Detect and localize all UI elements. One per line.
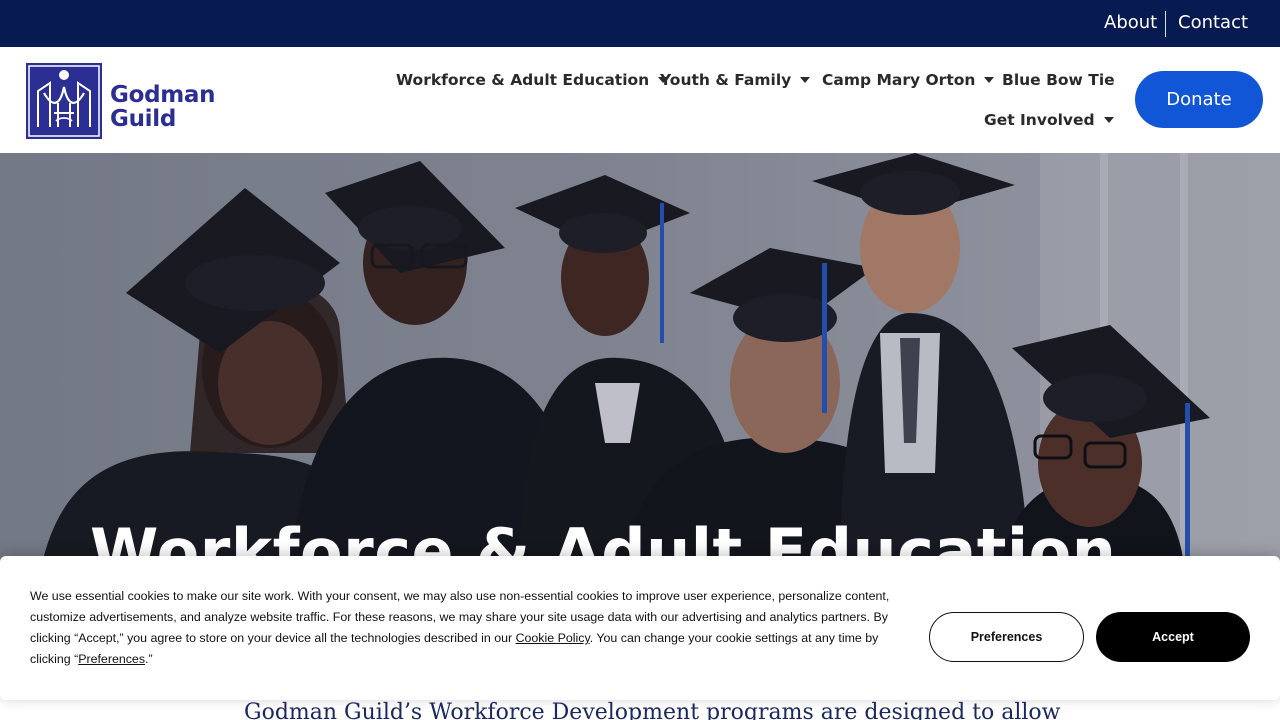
nav-label: Blue Bow Tie: [1002, 71, 1115, 89]
hero-banner: Workforce & Adult Education: [0, 153, 1280, 573]
logo-line-2: Guild: [110, 106, 176, 132]
intro-text: Godman Guild’s Workforce Development pro…: [244, 700, 1061, 720]
cookie-message: We use essential cookies to make our sit…: [30, 586, 910, 670]
nav-camp-mary-orton[interactable]: Camp Mary Orton: [822, 71, 995, 89]
caret-down-icon: [1103, 116, 1114, 123]
donate-button[interactable]: Donate: [1135, 71, 1263, 128]
top-utility-bar: About Contact: [0, 0, 1280, 47]
topbar-divider: [1165, 11, 1166, 37]
site-logo[interactable]: Godman Guild: [26, 63, 216, 139]
nav-label: Camp Mary Orton: [822, 71, 976, 89]
logo-line-1: Godman: [110, 82, 216, 108]
nav-get-involved[interactable]: Get Involved: [984, 111, 1114, 129]
cookie-consent-banner: We use essential cookies to make our sit…: [0, 556, 1280, 700]
nav-blue-bow-tie[interactable]: Blue Bow Tie: [1002, 71, 1115, 89]
cookie-text-part-3: .”: [145, 652, 153, 666]
logo-wordmark: Godman Guild: [110, 82, 216, 132]
preferences-button[interactable]: Preferences: [929, 612, 1084, 662]
nav-label: Workforce & Adult Education: [396, 71, 650, 89]
nav-youth-family[interactable]: Youth & Family: [660, 71, 811, 89]
about-link[interactable]: About: [1104, 12, 1157, 33]
caret-down-icon: [800, 76, 811, 83]
site-header: Godman Guild Workforce & Adult Education…: [0, 47, 1280, 153]
contact-link[interactable]: Contact: [1178, 12, 1248, 33]
preferences-link[interactable]: Preferences: [78, 652, 145, 666]
hero-graduates-image: [0, 153, 1280, 573]
nav-label: Youth & Family: [660, 71, 792, 89]
nav-workforce-adult-education[interactable]: Workforce & Adult Education: [396, 71, 669, 89]
caret-down-icon: [984, 76, 995, 83]
nav-label: Get Involved: [984, 111, 1095, 129]
cookie-policy-link[interactable]: Cookie Policy: [516, 631, 590, 645]
godman-guild-logo-icon: [26, 63, 102, 139]
accept-button[interactable]: Accept: [1096, 612, 1250, 662]
